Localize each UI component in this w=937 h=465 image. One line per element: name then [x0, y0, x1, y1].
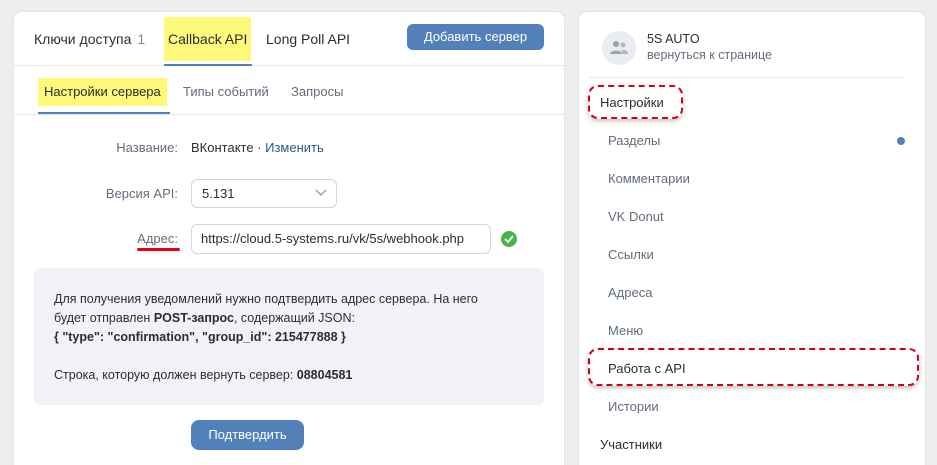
name-value: ВКонтакте: [191, 140, 254, 155]
api-version-select[interactable]: 5.131: [191, 179, 337, 208]
info-line-2-post: , содержащий JSON:: [233, 311, 355, 325]
name-value-row: ВКонтакте · Изменить: [191, 140, 324, 155]
info-post-request: POST-запрос: [153, 311, 234, 325]
edit-name-link[interactable]: Изменить: [265, 140, 324, 155]
sidebar-panel: 5S AUTO вернуться к странице Настройки Р…: [579, 12, 925, 465]
name-separator: ·: [253, 140, 266, 155]
sidebar-item-sections[interactable]: Разделы: [608, 133, 660, 148]
tab-access-keys[interactable]: Ключи доступа 1: [34, 12, 145, 66]
info-return-line: Строка, которую должен вернуть сервер: 0…: [54, 366, 524, 385]
sidebar-members[interactable]: Участники: [600, 437, 662, 452]
main-panel: Ключи доступа 1 Callback API Long Poll AP…: [14, 12, 564, 465]
notification-dot: [897, 137, 905, 145]
tab-access-keys-count: 1: [137, 31, 146, 47]
confirmation-info-box: Для получения уведомлений нужно подтверд…: [34, 268, 544, 405]
annotation-box-settings: [588, 85, 683, 119]
sidebar-item-vk-donut[interactable]: VK Donut: [608, 209, 664, 224]
info-line-2: будет отправлен POST-запрос, содержащий …: [54, 309, 524, 328]
info-return-pre: Строка, которую должен вернуть сервер:: [54, 368, 297, 382]
tab-requests[interactable]: Запросы: [291, 78, 343, 106]
tab-long-poll-api[interactable]: Long Poll API: [266, 12, 350, 66]
tab-access-keys-label: Ключи доступа: [34, 31, 132, 47]
info-line-1: Для получения уведомлений нужно подтверд…: [54, 292, 478, 306]
group-name[interactable]: 5S AUTO: [647, 32, 700, 46]
confirmation-code: 08804581: [296, 368, 353, 382]
active-tab-indicator: [164, 64, 252, 66]
active-subtab-indicator: [38, 112, 170, 114]
avatar[interactable]: [602, 31, 636, 65]
confirm-button[interactable]: Подтвердить: [191, 420, 304, 450]
top-tabs-bar: Ключи доступа 1 Callback API Long Poll AP…: [14, 12, 564, 66]
api-version-value: 5.131: [202, 186, 235, 201]
add-server-button[interactable]: Добавить сервер: [407, 24, 544, 50]
check-icon: [501, 231, 517, 247]
sidebar-item-comments[interactable]: Комментарии: [608, 171, 690, 186]
name-label: Название:: [116, 140, 178, 155]
annotation-underline: [137, 248, 180, 251]
tab-callback-api[interactable]: Callback API: [164, 17, 252, 61]
info-json-text: { "type": "confirmation", "group_id": 21…: [54, 330, 346, 344]
address-label: Адрес:: [137, 231, 178, 246]
sidebar-item-links[interactable]: Ссылки: [608, 247, 654, 262]
sidebar-item-stories[interactable]: Истории: [608, 399, 659, 414]
back-to-page-link[interactable]: вернуться к странице: [647, 48, 772, 62]
info-line-2-pre: будет отправлен: [54, 311, 154, 325]
group-icon: [610, 41, 628, 54]
api-version-label: Версия API:: [105, 186, 178, 201]
address-input[interactable]: https://cloud.5-systems.ru/vk/5s/webhook…: [191, 224, 491, 254]
sidebar-divider: [589, 77, 905, 78]
sidebar-item-addresses[interactable]: Адреса: [608, 285, 652, 300]
sidebar-item-menu[interactable]: Меню: [608, 323, 643, 338]
annotation-box-api: [588, 348, 919, 386]
sub-tabs-bar: Настройки сервера Типы событий Запросы: [14, 67, 564, 115]
info-json: { "type": "confirmation", "group_id": 21…: [54, 328, 524, 347]
chevron-down-icon: [315, 189, 327, 197]
tab-event-types[interactable]: Типы событий: [183, 78, 269, 106]
tab-server-settings[interactable]: Настройки сервера: [38, 78, 167, 106]
